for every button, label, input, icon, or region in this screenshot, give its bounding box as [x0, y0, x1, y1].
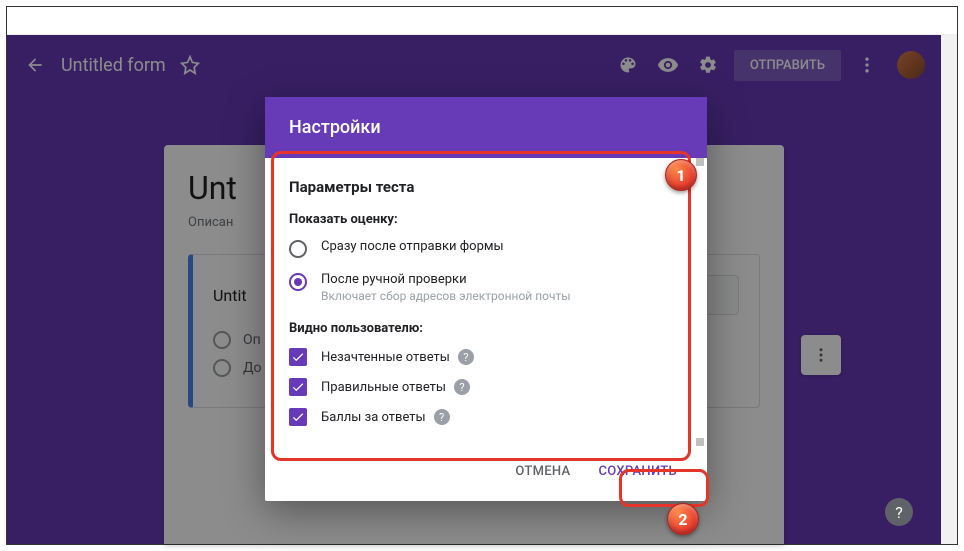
- radio-manual[interactable]: После ручной проверки Включает сбор адре…: [289, 272, 669, 303]
- settings-dialog: Настройки Параметры теста Показать оценк…: [265, 97, 707, 501]
- radio-label: После ручной проверки: [321, 272, 571, 287]
- radio-icon: [289, 240, 307, 258]
- visible-heading: Видно пользователю:: [289, 321, 669, 336]
- checkbox-checked-icon: [289, 378, 307, 396]
- checkbox-correct-answers[interactable]: Правильные ответы ?: [289, 378, 669, 396]
- checkbox-wrong-answers[interactable]: Незачтенные ответы ?: [289, 348, 669, 366]
- checkbox-points[interactable]: Баллы за ответы ?: [289, 408, 669, 426]
- browser-scrollbar[interactable]: [941, 35, 957, 544]
- help-fab-icon[interactable]: ?: [885, 498, 913, 526]
- dialog-scrollbar[interactable]: [693, 158, 707, 446]
- checkbox-label: Баллы за ответы: [321, 410, 426, 425]
- checkbox-label: Правильные ответы: [321, 380, 446, 395]
- help-icon[interactable]: ?: [458, 349, 474, 365]
- save-button[interactable]: СОХРАНИТЬ: [586, 456, 689, 487]
- quiz-section-title: Параметры теста: [289, 178, 669, 196]
- radio-icon-selected: [289, 273, 307, 291]
- annotation-marker-2: 2: [667, 503, 699, 535]
- annotation-marker-1: 1: [665, 159, 697, 191]
- radio-sublabel: Включает сбор адресов электронной почты: [321, 289, 571, 303]
- checkbox-checked-icon: [289, 348, 307, 366]
- radio-immediate[interactable]: Сразу после отправки формы: [289, 239, 669, 258]
- radio-label: Сразу после отправки формы: [321, 239, 504, 254]
- checkbox-label: Незачтенные ответы: [321, 350, 450, 365]
- show-grade-heading: Показать оценку:: [289, 212, 669, 227]
- browser-tab-strip: [7, 7, 957, 35]
- checkbox-checked-icon: [289, 408, 307, 426]
- dialog-title: Настройки: [265, 97, 707, 158]
- help-icon[interactable]: ?: [434, 409, 450, 425]
- help-icon[interactable]: ?: [454, 379, 470, 395]
- cancel-button[interactable]: ОТМЕНА: [503, 456, 582, 487]
